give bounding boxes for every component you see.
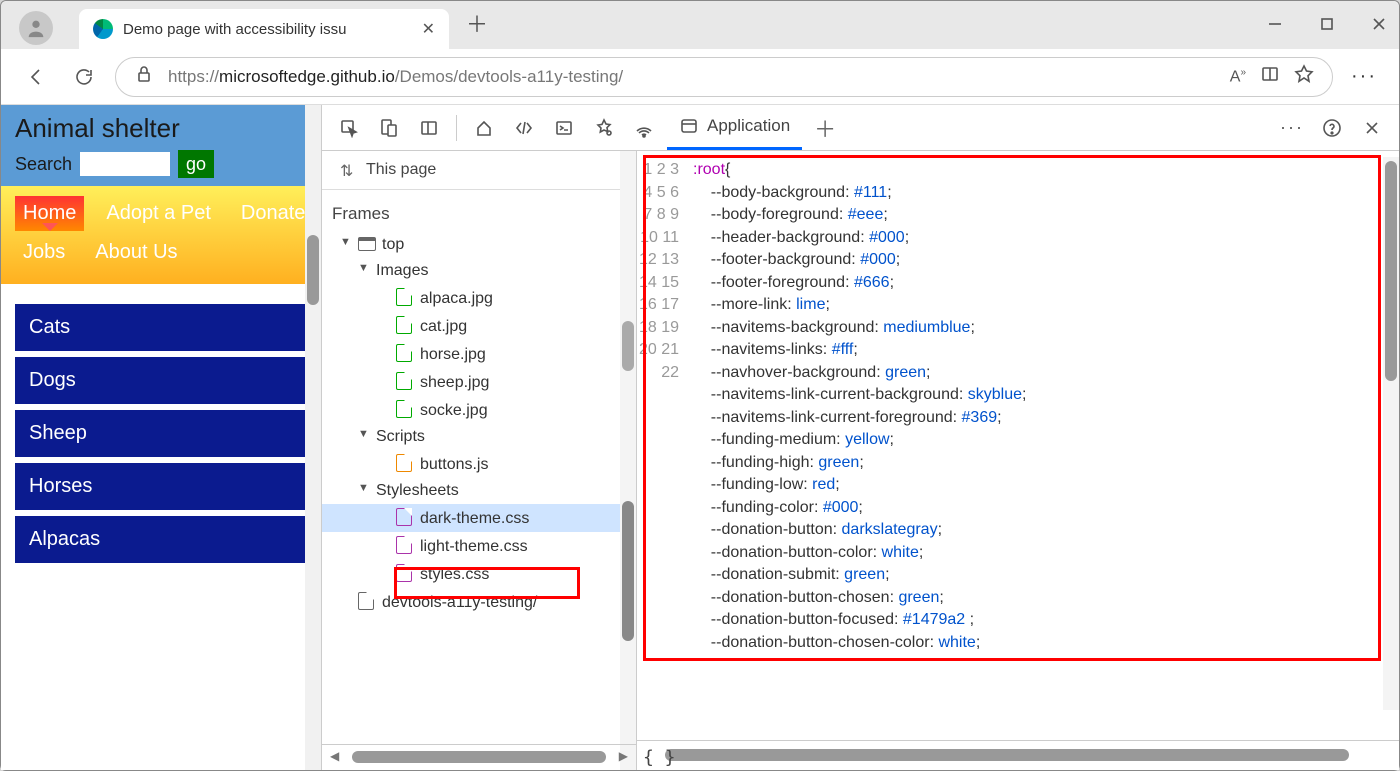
search-form: Search go [15, 150, 307, 178]
frames-tree: ▼top ▼Images alpaca.jpg cat.jpg horse.jp… [322, 228, 636, 620]
window-controls [1265, 1, 1389, 49]
category-list: Cats Dogs Sheep Horses Alpacas [1, 284, 321, 583]
content-area: Animal shelter Search go Home Adopt a Pe… [1, 105, 1399, 770]
tree-top[interactable]: ▼top [322, 232, 636, 258]
back-button[interactable] [19, 60, 53, 94]
welcome-tab-icon[interactable] [467, 111, 501, 145]
tree-file[interactable]: cat.jpg [322, 312, 636, 340]
add-tab-icon[interactable]: ＋ [808, 111, 842, 145]
network-tab-icon[interactable] [627, 111, 661, 145]
address-bar: https://microsoftedge.github.io/Demos/de… [1, 49, 1399, 105]
devtools-body: This page Frames ▼top ▼Images alpaca.jpg… [322, 151, 1399, 770]
page-header: Animal shelter Search go [1, 105, 321, 186]
more-menu-icon[interactable]: ··· [1347, 60, 1381, 94]
new-tab-button[interactable]: ＋ [466, 7, 488, 39]
code-v-scrollbar[interactable] [1383, 157, 1399, 710]
this-page-filter[interactable]: This page [322, 151, 636, 189]
url-input[interactable]: https://microsoftedge.github.io/Demos/de… [115, 57, 1333, 97]
tree-images[interactable]: ▼Images [322, 258, 636, 284]
tree-file[interactable]: socke.jpg [322, 396, 636, 424]
application-tab[interactable]: Application [667, 105, 802, 150]
url-text: https://microsoftedge.github.io/Demos/de… [168, 67, 1216, 87]
panel-icon[interactable] [412, 111, 446, 145]
edge-icon [93, 19, 113, 39]
help-icon[interactable] [1315, 111, 1349, 145]
tree-file[interactable]: alpaca.jpg [322, 284, 636, 312]
pretty-print-icon[interactable]: { } [643, 747, 676, 768]
code-panel: 1 2 3 4 5 6 7 8 9 10 11 12 13 14 15 16 1… [637, 151, 1399, 770]
devtools: Application ＋ ··· This page Frames ▼top … [321, 105, 1399, 770]
search-label: Search [15, 154, 72, 175]
page-title: Animal shelter [15, 113, 307, 144]
inspect-icon[interactable] [332, 111, 366, 145]
go-button[interactable]: go [178, 150, 214, 178]
reader-icon[interactable] [1260, 64, 1280, 89]
frames-heading: Frames [322, 189, 636, 228]
tree-stylesheets[interactable]: ▼Stylesheets [322, 478, 636, 504]
sources-tab-icon[interactable] [587, 111, 621, 145]
tree-last[interactable]: devtools-a11y-testing/ [322, 588, 636, 616]
cat-dogs[interactable]: Dogs [15, 357, 307, 404]
cat-cats[interactable]: Cats [15, 304, 307, 351]
browser-window: Demo page with accessibility issu ✕ ＋ ht… [0, 0, 1400, 771]
sidebar-h-scroll[interactable]: ◀▶ [322, 744, 636, 770]
nav-home[interactable]: Home [15, 196, 84, 231]
main-nav: Home Adopt a Pet Donate Jobs About Us [1, 186, 321, 284]
sidebar-scrollbar[interactable] [620, 151, 636, 770]
console-tab-icon[interactable] [547, 111, 581, 145]
tree-file-selected[interactable]: dark-theme.css [322, 504, 636, 532]
favorite-icon[interactable] [1294, 64, 1314, 89]
cat-horses[interactable]: Horses [15, 463, 307, 510]
nav-about[interactable]: About Us [87, 235, 185, 270]
nav-donate[interactable]: Donate [233, 196, 314, 231]
minimize-icon[interactable] [1265, 14, 1285, 37]
tree-file[interactable]: styles.css [322, 560, 636, 588]
nav-jobs[interactable]: Jobs [15, 235, 73, 270]
tree-file[interactable]: sheep.jpg [322, 368, 636, 396]
tree-file[interactable]: horse.jpg [322, 340, 636, 368]
nav-adopt[interactable]: Adopt a Pet [98, 196, 219, 231]
profile-avatar[interactable] [19, 11, 53, 45]
lock-icon [134, 64, 154, 89]
devtools-toolbar: Application ＋ ··· [322, 105, 1399, 151]
titlebar: Demo page with accessibility issu ✕ ＋ [1, 1, 1399, 49]
browser-tab[interactable]: Demo page with accessibility issu ✕ [79, 9, 449, 49]
devtools-close-icon[interactable] [1355, 111, 1389, 145]
refresh-button[interactable] [67, 60, 101, 94]
tree-file[interactable]: buttons.js [322, 450, 636, 478]
cat-alpacas[interactable]: Alpacas [15, 516, 307, 563]
elements-tab-icon[interactable] [507, 111, 541, 145]
maximize-icon[interactable] [1317, 14, 1337, 37]
line-gutter: 1 2 3 4 5 6 7 8 9 10 11 12 13 14 15 16 1… [637, 151, 687, 740]
tree-file[interactable]: light-theme.css [322, 532, 636, 560]
close-tab-icon[interactable]: ✕ [422, 19, 435, 39]
cat-sheep[interactable]: Sheep [15, 410, 307, 457]
code-h-scrollbar[interactable] [637, 740, 1399, 770]
source-text: :root{ --body-background: #111; --body-f… [687, 151, 1399, 740]
demo-page: Animal shelter Search go Home Adopt a Pe… [1, 105, 321, 770]
frames-sidebar: This page Frames ▼top ▼Images alpaca.jpg… [322, 151, 637, 770]
tab-title: Demo page with accessibility issu [123, 21, 412, 38]
device-icon[interactable] [372, 111, 406, 145]
search-input[interactable] [80, 152, 170, 176]
close-window-icon[interactable] [1369, 14, 1389, 37]
code-editor[interactable]: 1 2 3 4 5 6 7 8 9 10 11 12 13 14 15 16 1… [637, 151, 1399, 740]
devtools-more-icon[interactable]: ··· [1275, 111, 1309, 145]
tree-scripts[interactable]: ▼Scripts [322, 424, 636, 450]
read-aloud-icon[interactable]: A» [1230, 67, 1246, 86]
page-scrollbar[interactable] [305, 105, 321, 770]
